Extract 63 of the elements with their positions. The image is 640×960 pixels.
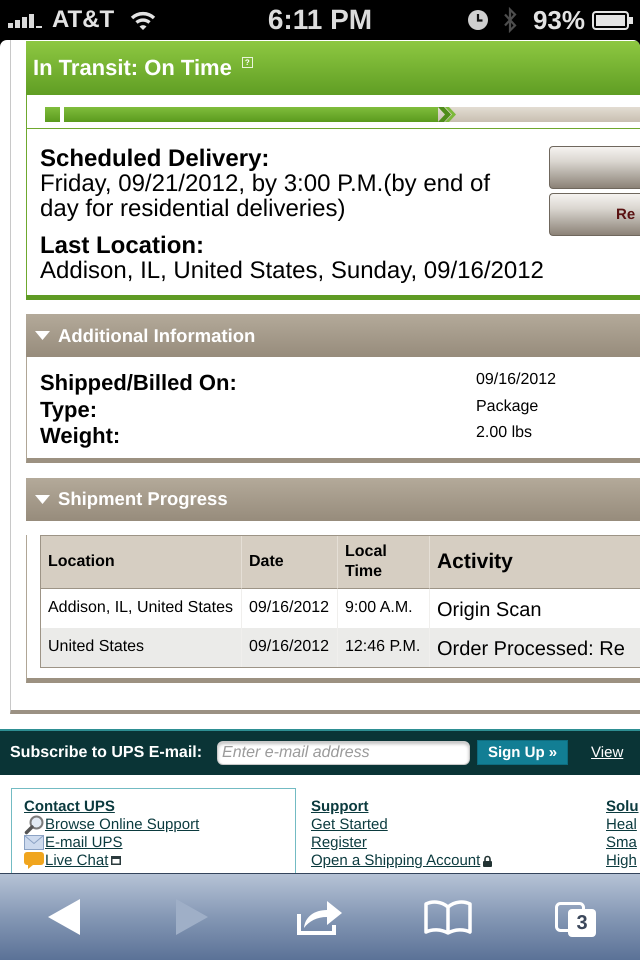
share-button[interactable] [296, 898, 344, 936]
footer-link[interactable]: Heal [606, 816, 637, 834]
footer-link[interactable]: Browse Online Support [45, 816, 200, 834]
fact-value: Package [476, 396, 540, 416]
footer-link[interactable]: Sma [606, 834, 637, 852]
view-link[interactable]: View [591, 744, 624, 761]
envelope-icon [24, 835, 44, 850]
fact-value: 09/16/2012 [476, 370, 558, 390]
bluetooth-icon [502, 7, 517, 33]
table-cell: 12:46 P.M. [338, 628, 430, 666]
fact-value: 2.00 lbs [476, 423, 534, 443]
table-cell: Addison, IL, United States [41, 588, 242, 628]
fact-label: Weight: [40, 423, 122, 450]
forward-icon [176, 899, 208, 935]
back-icon [48, 899, 80, 935]
column-header: Local Time [338, 536, 430, 588]
footer-heading-link[interactable]: Contact UPS [24, 798, 115, 816]
book-icon [423, 898, 473, 936]
battery-percent: 93% [532, 5, 585, 35]
tabs-button[interactable]: 3 [555, 896, 597, 938]
window-icon [111, 856, 122, 865]
bookmarks-button[interactable] [423, 898, 473, 936]
column-header: Location [41, 536, 242, 588]
chevron-icon [438, 107, 456, 122]
search-icon [24, 814, 44, 834]
fact-label: Shipped/Billed On: [40, 370, 238, 396]
start-marker [45, 107, 60, 122]
detail-value: Friday, 09/21/2012, by 3:00 P.M.(by end of day for residential deliveries) [40, 171, 492, 221]
footer-heading-link[interactable]: Solu [606, 798, 638, 816]
column-header: Activity [430, 536, 640, 588]
detail-label: Scheduled Delivery: [40, 146, 270, 171]
table-cell: 9:00 A.M. [338, 588, 430, 628]
sign-up-button[interactable]: Sign Up » [477, 740, 568, 765]
carrier-name: AT&T [52, 6, 114, 34]
lock-icon [483, 854, 492, 866]
footer-link[interactable]: Get Started [311, 816, 388, 834]
back-button[interactable] [48, 899, 80, 935]
footer-heading-link[interactable]: Support [311, 798, 368, 816]
table-cell: 09/16/2012 [242, 628, 338, 666]
signal-icon [8, 12, 42, 28]
action-button[interactable] [549, 146, 640, 189]
table-cell: United States [41, 628, 242, 666]
tab-count-badge: 3 [568, 908, 596, 936]
table-cell: 09/16/2012 [242, 588, 338, 628]
footer-link[interactable]: Open a Shipping Account [311, 852, 480, 870]
clock-icon [468, 10, 488, 30]
footer-link[interactable]: E-mail UPS [45, 834, 123, 852]
fact-label: Type: [40, 396, 98, 423]
share-icon [296, 898, 344, 936]
status-title: In Transit: On Time [33, 55, 232, 81]
speech-bubble-icon [24, 852, 44, 869]
battery-icon [592, 10, 633, 30]
action-button[interactable]: Re [549, 193, 640, 236]
footer-link[interactable]: Register [311, 834, 367, 852]
subscribe-label: Subscribe to UPS E-mail: [10, 744, 202, 762]
detail-label: Last Location: [40, 233, 204, 258]
email-field[interactable]: Enter e-mail address [217, 740, 470, 764]
footer-link[interactable]: Live Chat [45, 852, 108, 870]
column-header: Date [242, 536, 338, 588]
detail-value: Addison, IL, United States, Sunday, 09/16/2012 [40, 258, 544, 283]
footer-link[interactable]: High [606, 852, 637, 870]
table-cell: Order Processed: Re [430, 628, 640, 666]
clock-time: 6:11 PM [268, 4, 372, 36]
